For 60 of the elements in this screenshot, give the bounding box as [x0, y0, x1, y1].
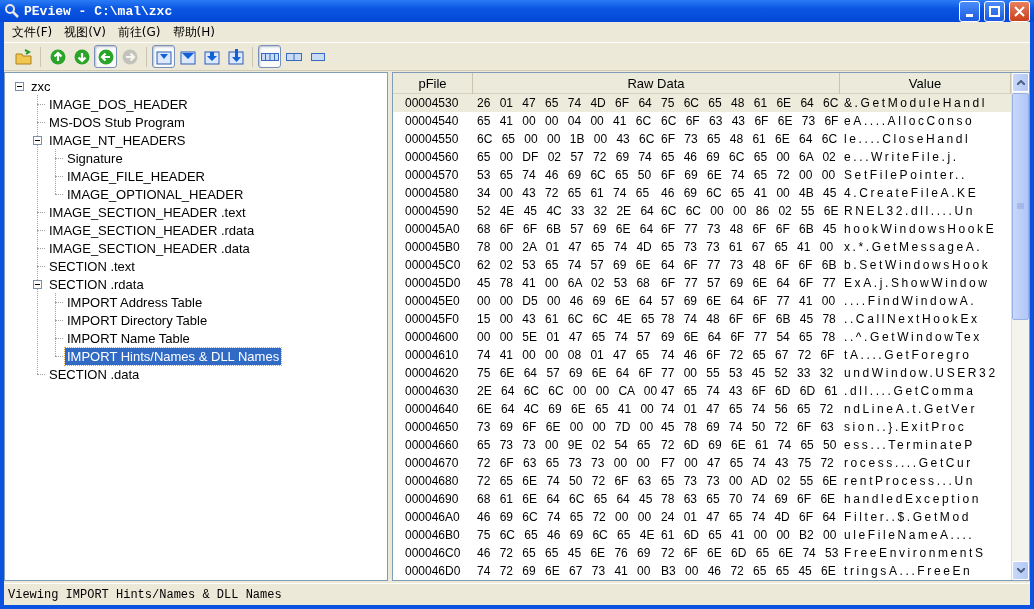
ascii-value: &.GetModuleHandl [840, 94, 1011, 112]
tree-item[interactable]: IMAGE_FILE_HEADER [65, 167, 207, 185]
column-header[interactable]: Raw Data [473, 73, 840, 95]
toolbar-button[interactable] [94, 45, 117, 68]
tree-item[interactable]: SECTION .text [47, 257, 137, 275]
toolbar-button[interactable] [152, 45, 175, 68]
hex-bytes: 26 01 47 65 74 4D 6F 64 [473, 94, 657, 112]
menu-item[interactable]: 前往(G) [111, 23, 167, 41]
collapse-toggle[interactable] [32, 135, 42, 145]
scroll-thumb[interactable] [1012, 93, 1029, 320]
minimize-icon [966, 13, 973, 17]
down-caret-icon [1016, 568, 1025, 573]
tree-item[interactable]: IMPORT Name Table [65, 329, 192, 347]
up-arrow-icon [49, 48, 66, 65]
collapse-toggle[interactable] [32, 279, 42, 289]
toolbar-button[interactable] [258, 45, 281, 68]
up-caret-icon [1016, 80, 1025, 85]
envelope-icon [178, 48, 197, 65]
column-header[interactable]: Value [840, 73, 1011, 95]
menu-item[interactable]: 视图(V) [58, 23, 112, 41]
minus-icon [34, 137, 40, 143]
tree-item[interactable]: IMAGE_SECTION_HEADER .rdata [47, 221, 257, 239]
tree-item[interactable]: IMAGE_OPTIONAL_HEADER [65, 185, 246, 203]
tree-item[interactable]: IMAGE_DOS_HEADER [47, 95, 190, 113]
close-button[interactable] [1009, 0, 1030, 22]
tree-item[interactable]: IMAGE_SECTION_HEADER .text [47, 203, 248, 221]
scroll-down-button[interactable] [1012, 561, 1029, 580]
column-header[interactable]: pFile [393, 73, 473, 95]
dword-view-icon [310, 52, 325, 61]
down-arrow-icon [73, 48, 90, 65]
tree-item[interactable]: IMPORT Address Table [65, 293, 205, 311]
window-title: PEview - C:\mal\zxc [24, 3, 174, 19]
maximize-icon [989, 5, 1000, 17]
right-arrow-icon [121, 48, 138, 65]
offset-cell: 00004530 [393, 94, 473, 112]
tree-item[interactable]: IMAGE_NT_HEADERS [47, 131, 188, 149]
word-view-icon [285, 52, 302, 61]
hex-bytes: 75 6C 65 48 61 6E 64 6C [657, 94, 840, 112]
maximize-button[interactable] [984, 0, 1005, 22]
byte-view-icon [260, 52, 279, 61]
tree-item[interactable]: Signature [65, 149, 125, 167]
menu-item[interactable]: 文件(F) [6, 23, 59, 41]
folder-icon [14, 48, 33, 65]
tree-item[interactable]: IMAGE_SECTION_HEADER .data [47, 239, 252, 257]
minus-icon [16, 83, 22, 89]
tree-item[interactable]: MS-DOS Stub Program [47, 113, 187, 131]
close-icon [1014, 5, 1025, 17]
tree-item[interactable]: SECTION .rdata [47, 275, 146, 293]
tree-item[interactable]: SECTION .data [47, 365, 142, 383]
left-arrow-icon [97, 48, 114, 65]
menu-item[interactable]: 帮助(H) [166, 23, 221, 41]
minimize-button[interactable] [959, 0, 980, 22]
minus-icon [34, 281, 40, 287]
magnifier-icon [4, 3, 20, 19]
tree-item[interactable]: IMPORT Hints/Names & DLL Names [65, 347, 282, 365]
status-text: Viewing IMPORT Hints/Names & DLL Names [8, 587, 282, 602]
collapse-toggle[interactable] [14, 81, 24, 91]
tree-item[interactable]: IMPORT Directory Table [65, 311, 210, 329]
tree-item[interactable]: zxc [29, 77, 53, 95]
scroll-up-button[interactable] [1012, 73, 1029, 92]
